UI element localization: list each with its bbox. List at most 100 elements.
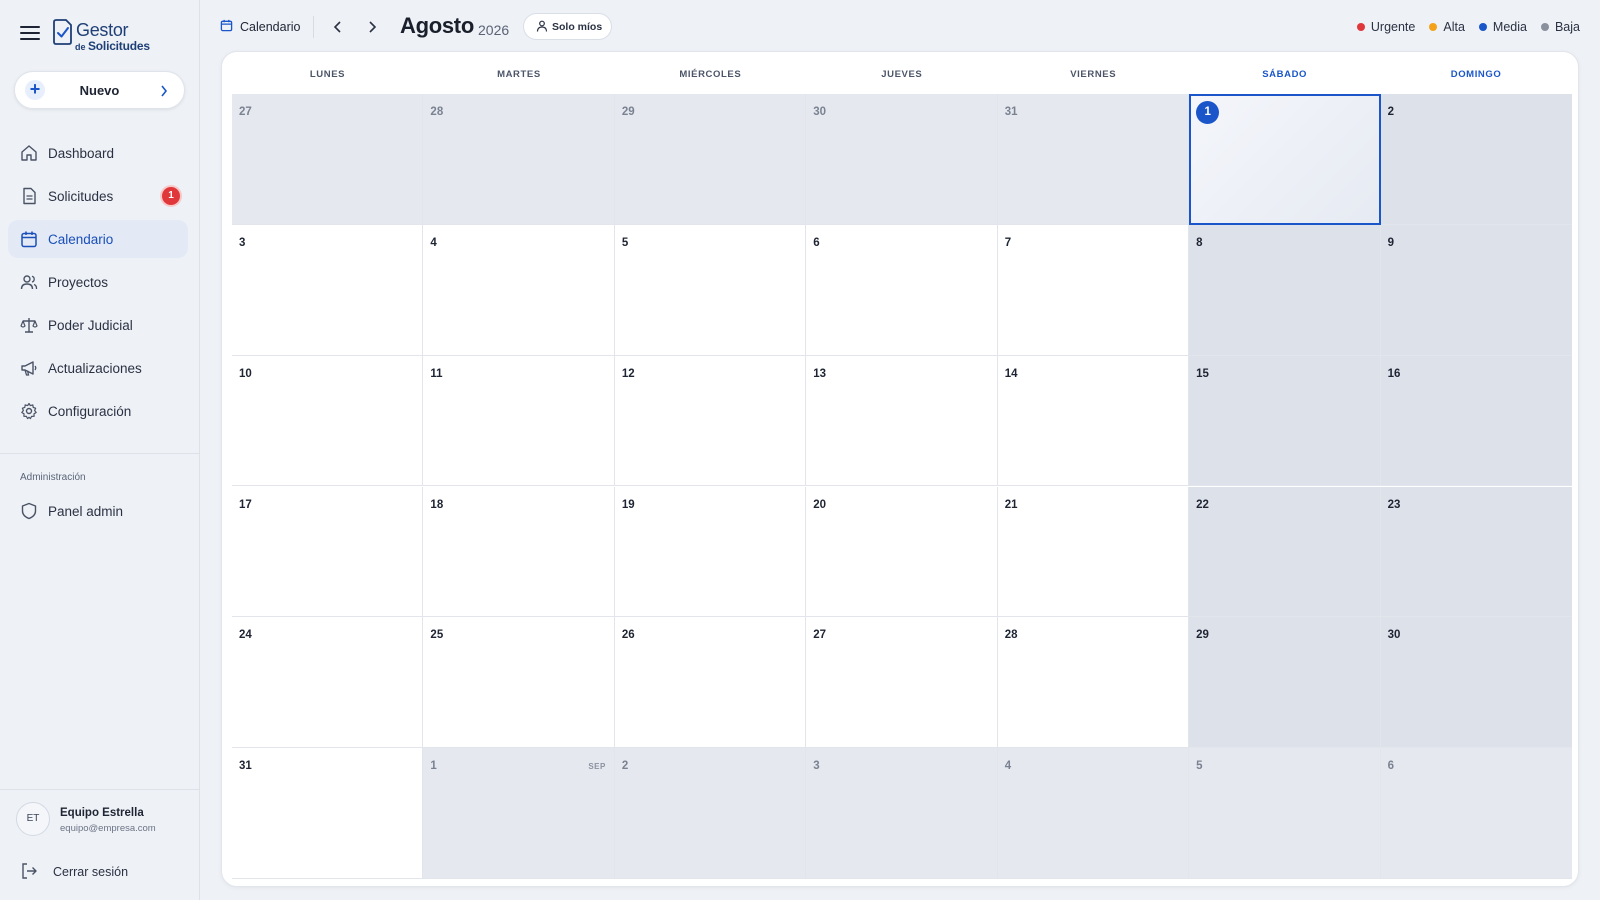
sidebar: Gestor de Solicitudes + Nuevo Dashboard … xyxy=(0,0,200,900)
calendar-day[interactable]: 29 xyxy=(614,94,807,225)
calendar-day[interactable]: 15 xyxy=(1189,355,1381,487)
calendar-day[interactable]: 28 xyxy=(997,617,1190,749)
day-number: 12 xyxy=(621,367,635,380)
calendar-day[interactable]: 5 xyxy=(614,224,807,356)
sidebar-item-label: Solicitudes xyxy=(48,189,114,204)
user-icon xyxy=(536,20,548,32)
day-number: 2 xyxy=(1387,106,1394,118)
calendar-day[interactable]: 25 xyxy=(423,617,615,749)
user-email: equipo@empresa.com xyxy=(60,823,156,834)
sidebar-header: Gestor de Solicitudes xyxy=(0,0,200,70)
day-number: 30 xyxy=(1387,629,1401,642)
new-button[interactable]: + Nuevo xyxy=(14,71,185,109)
sidebar-item-dashboard[interactable]: Dashboard xyxy=(8,134,188,172)
day-number: 10 xyxy=(239,367,252,380)
calendar-day[interactable]: 28 xyxy=(423,94,615,225)
calendar-day[interactable]: 27 xyxy=(232,94,424,225)
solo-mios-filter-button[interactable]: Solo míos xyxy=(523,13,612,40)
calendar-panel: LUNES MARTES MIÉRCOLES JUEVES VIERNES SÁBADO D… xyxy=(221,51,1579,887)
calendar-day[interactable]: 14 xyxy=(997,355,1190,487)
calendar-day[interactable]: 17 xyxy=(232,486,424,618)
legend-item-media: Media xyxy=(1478,19,1527,35)
day-number: 11 xyxy=(430,367,443,380)
sidebar-item-label: Configuración xyxy=(48,404,132,419)
sidebar-item-actualizaciones[interactable]: Actualizaciones xyxy=(8,349,188,387)
calendar-day[interactable]: 22 xyxy=(1189,486,1381,618)
day-number: 7 xyxy=(1004,236,1012,249)
calendar-day[interactable]: 31 xyxy=(997,94,1190,225)
calendar-day[interactable]: 30 xyxy=(806,94,998,225)
calendar-day[interactable]: 5 xyxy=(1189,748,1381,879)
logo-subtitle: Solicitudes xyxy=(88,39,150,53)
calendar-day[interactable]: 13 xyxy=(806,355,998,487)
calendar-day[interactable]: 2 xyxy=(1380,94,1572,225)
day-number: 5 xyxy=(1196,760,1203,773)
day-number: 31 xyxy=(239,760,252,773)
logout-button[interactable]: Cerrar sesión xyxy=(16,860,186,884)
sidebar-item-label: Panel admin xyxy=(48,504,124,519)
sidebar-item-configuracion[interactable]: Configuración xyxy=(8,392,188,430)
calendar-day[interactable]: 26 xyxy=(614,617,807,749)
calendar-day[interactable]: 3 xyxy=(806,748,998,879)
calendar-day[interactable]: 27 xyxy=(806,617,998,749)
calendar-day[interactable]: 16 xyxy=(1380,355,1572,487)
sidebar-item-poder-judicial[interactable]: Poder Judicial xyxy=(8,306,188,344)
next-month-button[interactable] xyxy=(362,17,382,37)
calendar-day[interactable]: 3 xyxy=(232,224,424,356)
sidebar-item-calendario[interactable]: Calendario xyxy=(8,220,188,258)
calendar-day[interactable]: 11 xyxy=(423,355,615,487)
day-number: 13 xyxy=(813,367,827,380)
calendar-day[interactable]: 29 xyxy=(1189,617,1381,749)
calendar-day[interactable]: 7 xyxy=(997,224,1190,356)
app-logo[interactable]: Gestor de Solicitudes xyxy=(53,18,163,54)
weekday-label: JUEVES xyxy=(881,69,923,80)
sidebar-item-panel-admin[interactable]: Panel admin xyxy=(8,492,188,530)
sidebar-item-label: Actualizaciones xyxy=(48,361,142,376)
menu-icon[interactable] xyxy=(20,26,40,42)
sidebar-item-label: Dashboard xyxy=(48,146,115,161)
day-number: 31 xyxy=(1004,106,1018,118)
calendar-day[interactable]: 30 xyxy=(1380,617,1572,749)
calendar-day[interactable]: 23 xyxy=(1380,486,1572,618)
calendar-icon xyxy=(220,19,233,32)
calendar-day[interactable]: 21 xyxy=(997,486,1190,618)
priority-legend: Urgente Alta Media Baja xyxy=(1356,19,1580,35)
calendar-day[interactable]: 12 xyxy=(614,355,807,487)
calendar-day[interactable]: 18 xyxy=(423,486,615,618)
calendar-day[interactable]: 4 xyxy=(997,748,1190,879)
day-number: 6 xyxy=(1387,760,1394,773)
day-number: 30 xyxy=(813,106,827,118)
weekday-label: MARTES xyxy=(497,69,541,80)
day-number: 4 xyxy=(430,236,437,249)
legend-label: Media xyxy=(1492,20,1527,34)
previous-month-button[interactable] xyxy=(328,17,348,37)
sidebar-item-solicitudes[interactable]: Solicitudes 1 xyxy=(8,177,188,215)
day-number: 27 xyxy=(239,106,252,118)
calendar-day[interactable]: 8 xyxy=(1189,224,1381,356)
legend-item-urgente: Urgente xyxy=(1356,19,1416,35)
day-number: 16 xyxy=(1387,367,1401,380)
calendar-day[interactable]: 10 xyxy=(232,355,424,487)
day-number: 23 xyxy=(1387,498,1401,511)
calendar-day[interactable]: 20 xyxy=(806,486,998,618)
day-number: 4 xyxy=(1004,760,1012,773)
scale-icon xyxy=(20,318,38,333)
calendar-day[interactable]: 1 SEP xyxy=(423,748,615,879)
users-icon xyxy=(20,275,38,290)
calendar-day[interactable]: 9 xyxy=(1380,224,1572,356)
calendar-day[interactable]: 6 xyxy=(1380,748,1572,879)
calendar-day[interactable]: 4 xyxy=(423,224,615,356)
shield-icon xyxy=(21,502,37,520)
day-number: 29 xyxy=(621,106,635,118)
calendar-day[interactable]: 6 xyxy=(806,224,998,356)
calendar-day[interactable]: 24 xyxy=(232,617,424,749)
legend-label: Urgente xyxy=(1370,20,1416,34)
calendar-day-today[interactable]: 1 xyxy=(1189,94,1381,225)
calendar-day[interactable]: 19 xyxy=(614,486,807,618)
calendar-day[interactable]: 2 xyxy=(614,748,807,879)
sidebar-item-proyectos[interactable]: Proyectos xyxy=(8,263,188,301)
sidebar-nav: Dashboard Solicitudes 1 Calendario Proye… xyxy=(8,134,188,435)
user-profile[interactable]: ET Equipo Estrella equipo@empresa.com xyxy=(16,802,196,838)
priority-dot-icon xyxy=(1540,23,1549,31)
calendar-day[interactable]: 31 xyxy=(232,748,424,879)
